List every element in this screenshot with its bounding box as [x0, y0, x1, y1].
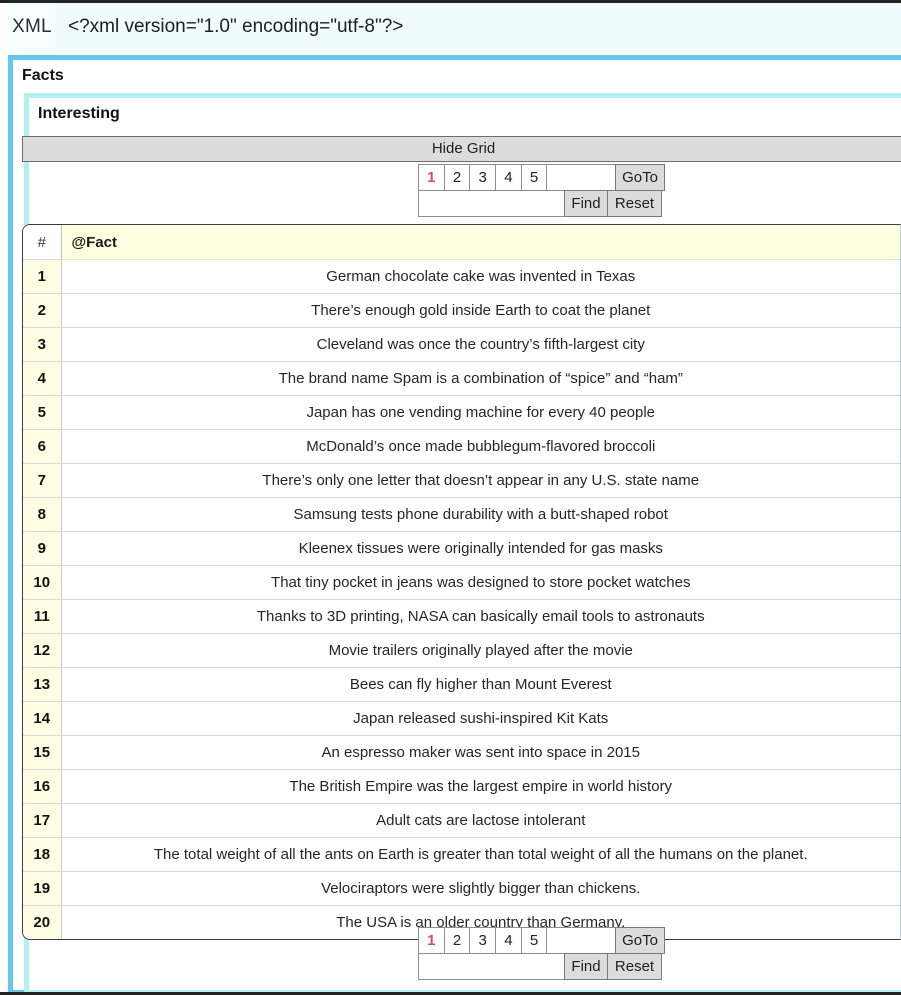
xml-declaration-bar: XML <?xml version="1.0" encoding="utf-8"…: [8, 3, 901, 51]
row-index-cell: 15: [23, 735, 62, 770]
page-button-1[interactable]: 1: [418, 164, 445, 191]
table-row[interactable]: 15 An espresso maker was sent into space …: [23, 735, 900, 770]
row-index-cell: 1: [23, 259, 62, 294]
find-button[interactable]: Find: [564, 190, 608, 217]
fact-cell: German chocolate cake was invented in Te…: [60, 259, 900, 294]
table-row[interactable]: 7 There’s only one letter that doesn’t ap…: [23, 463, 900, 498]
reset-button[interactable]: Reset: [607, 953, 662, 980]
find-input[interactable]: [418, 953, 565, 980]
row-index-cell: 5: [23, 395, 62, 430]
reset-button[interactable]: Reset: [607, 190, 662, 217]
table-row[interactable]: 1 German chocolate cake was invented in T…: [23, 259, 900, 294]
row-index-cell: 12: [23, 633, 62, 668]
xml-declaration-text: <?xml version="1.0" encoding="utf-8"?>: [68, 16, 404, 37]
fact-cell: Japan has one vending machine for every …: [60, 395, 900, 430]
fact-cell: The brand name Spam is a combination of …: [60, 361, 900, 396]
table-row[interactable]: 16 The British Empire was the largest emp…: [23, 769, 900, 804]
row-index-cell: 10: [23, 565, 62, 600]
fact-cell: Samsung tests phone durability with a bu…: [60, 497, 900, 532]
fact-cell: There’s only one letter that doesn’t app…: [60, 463, 900, 498]
page-button-3[interactable]: 3: [469, 164, 497, 191]
goto-button[interactable]: GoTo: [615, 927, 665, 954]
table-row[interactable]: 2 There’s enough gold inside Earth to coa…: [23, 293, 900, 328]
table-row[interactable]: 12 Movie trailers originally played after…: [23, 633, 900, 668]
table-row[interactable]: 10 That tiny pocket in jeans was designed…: [23, 565, 900, 600]
goto-button[interactable]: GoTo: [615, 164, 665, 191]
row-index-cell: 3: [23, 327, 62, 362]
find-button[interactable]: Find: [564, 953, 608, 980]
fact-cell: There’s enough gold inside Earth to coat…: [60, 293, 900, 328]
page-button-1[interactable]: 1: [418, 927, 445, 954]
table-row[interactable]: 9 Kleenex tissues were originally intende…: [23, 531, 900, 566]
table-row[interactable]: 8 Samsung tests phone durability with a b…: [23, 497, 900, 532]
table-row[interactable]: 3 Cleveland was once the country’s fifth-…: [23, 327, 900, 362]
row-index-cell: 14: [23, 701, 62, 736]
column-header-index: #: [23, 225, 62, 260]
row-index-cell: 13: [23, 667, 62, 702]
fact-cell: That tiny pocket in jeans was designed t…: [60, 565, 900, 600]
fact-cell: The total weight of all the ants on Eart…: [60, 837, 900, 872]
row-index-cell: 6: [23, 429, 62, 464]
fact-cell: Thanks to 3D printing, NASA can basicall…: [60, 599, 900, 634]
interesting-element-title: Interesting: [38, 105, 120, 122]
facts-element-title: Facts: [22, 67, 64, 84]
pager-page-row: 1 2 3 4 5 GoTo: [418, 927, 665, 954]
fact-cell: Kleenex tissues were originally intended…: [60, 531, 900, 566]
table-row[interactable]: 13 Bees can fly higher than Mount Everest: [23, 667, 900, 702]
row-index-cell: 16: [23, 769, 62, 804]
fact-cell: Bees can fly higher than Mount Everest: [60, 667, 900, 702]
table-row[interactable]: 19 Velociraptors were slightly bigger tha…: [23, 871, 900, 906]
facts-table: # @Fact 1 German chocolate cake was inven…: [23, 225, 900, 939]
fact-cell: Velociraptors were slightly bigger than …: [60, 871, 900, 906]
row-index-cell: 17: [23, 803, 62, 838]
facts-grid: # @Fact 1 German chocolate cake was inven…: [22, 224, 901, 940]
column-header-fact: @Fact: [61, 225, 900, 260]
table-row[interactable]: 5 Japan has one vending machine for every…: [23, 395, 900, 430]
page-button-2[interactable]: 2: [443, 164, 471, 191]
table-row[interactable]: 11 Thanks to 3D printing, NASA can basica…: [23, 599, 900, 634]
fact-cell: McDonald’s once made bubblegum-flavored …: [60, 429, 900, 464]
table-row[interactable]: 6 McDonald’s once made bubblegum-flavored…: [23, 429, 900, 464]
pager-top: 1 2 3 4 5 GoTo Find Reset: [418, 164, 665, 217]
row-index-cell: 20: [23, 905, 62, 939]
row-index-cell: 18: [23, 837, 62, 872]
row-index-cell: 7: [23, 463, 62, 498]
page-button-2[interactable]: 2: [443, 927, 471, 954]
row-index-cell: 4: [23, 361, 62, 396]
fact-cell: Adult cats are lactose intolerant: [60, 803, 900, 838]
pager-find-row: Find Reset: [418, 953, 664, 980]
pager-bottom: 1 2 3 4 5 GoTo Find Reset: [418, 927, 665, 980]
find-input[interactable]: [418, 190, 565, 217]
row-index-cell: 19: [23, 871, 62, 906]
fact-cell: The British Empire was the largest empir…: [60, 769, 900, 804]
page-button-4[interactable]: 4: [495, 164, 522, 191]
row-index-cell: 11: [23, 599, 62, 634]
page-button-5[interactable]: 5: [520, 927, 548, 954]
row-index-cell: 2: [23, 293, 62, 328]
fact-cell: Movie trailers originally played after t…: [60, 633, 900, 668]
page-button-4[interactable]: 4: [495, 927, 522, 954]
table-row[interactable]: 17 Adult cats are lactose intolerant: [23, 803, 900, 838]
hide-grid-button[interactable]: Hide Grid: [22, 136, 901, 162]
page-button-5[interactable]: 5: [520, 164, 548, 191]
row-index-cell: 9: [23, 531, 62, 566]
table-body: 1 German chocolate cake was invented in T…: [23, 259, 900, 939]
pager-find-row: Find Reset: [418, 190, 664, 217]
fact-cell: An espresso maker was sent into space in…: [60, 735, 900, 770]
fact-cell: Japan released sushi-inspired Kit Kats: [60, 701, 900, 736]
goto-input[interactable]: [546, 164, 617, 191]
table-row[interactable]: 4 The brand name Spam is a combination of…: [23, 361, 900, 396]
table-header-row: # @Fact: [23, 225, 900, 260]
xml-label: XML: [8, 4, 56, 50]
pager-page-row: 1 2 3 4 5 GoTo: [418, 164, 665, 191]
page-button-3[interactable]: 3: [469, 927, 497, 954]
table-row[interactable]: 18 The total weight of all the ants on Ea…: [23, 837, 900, 872]
fact-cell: Cleveland was once the country’s fifth-l…: [60, 327, 900, 362]
table-row[interactable]: 14 Japan released sushi-inspired Kit Kats: [23, 701, 900, 736]
goto-input[interactable]: [546, 927, 617, 954]
row-index-cell: 8: [23, 497, 62, 532]
